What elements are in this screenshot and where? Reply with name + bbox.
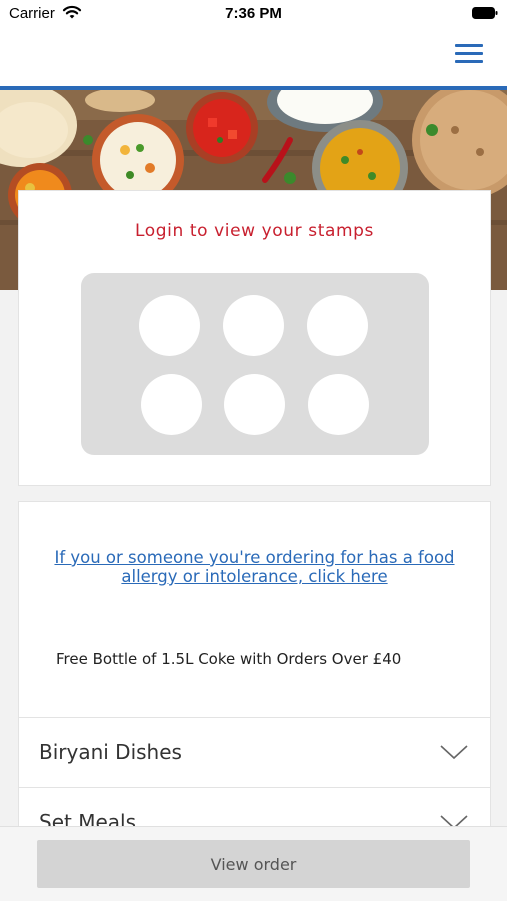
clock-time: 7:36 PM bbox=[225, 5, 282, 22]
stamps-card: Login to view your stamps bbox=[18, 190, 491, 486]
top-nav-bar bbox=[0, 30, 507, 90]
stamp-panel bbox=[81, 273, 429, 455]
stamp-slot bbox=[141, 374, 202, 435]
login-stamps-link[interactable]: Login to view your stamps bbox=[19, 221, 490, 241]
status-bar: Carrier 7:36 PM bbox=[0, 0, 507, 30]
view-order-button[interactable]: View order bbox=[37, 840, 470, 888]
hamburger-menu-icon[interactable] bbox=[455, 40, 483, 66]
menu-category-label: Biryani Dishes bbox=[39, 740, 182, 764]
chevron-down-icon bbox=[440, 744, 468, 764]
battery-icon bbox=[472, 6, 498, 19]
stamp-slot bbox=[307, 295, 368, 356]
stamp-slot bbox=[139, 295, 200, 356]
promo-text: Free Bottle of 1.5L Coke with Orders Ove… bbox=[56, 650, 402, 668]
stamp-slot bbox=[224, 374, 285, 435]
menu-category-biryani[interactable]: Biryani Dishes bbox=[18, 717, 491, 788]
stamp-slot bbox=[308, 374, 369, 435]
bottom-bar: View order bbox=[0, 826, 507, 901]
info-card: If you or someone you're ordering for ha… bbox=[18, 501, 491, 718]
stamp-slot bbox=[223, 295, 284, 356]
allergy-info-link[interactable]: If you or someone you're ordering for ha… bbox=[43, 548, 466, 586]
